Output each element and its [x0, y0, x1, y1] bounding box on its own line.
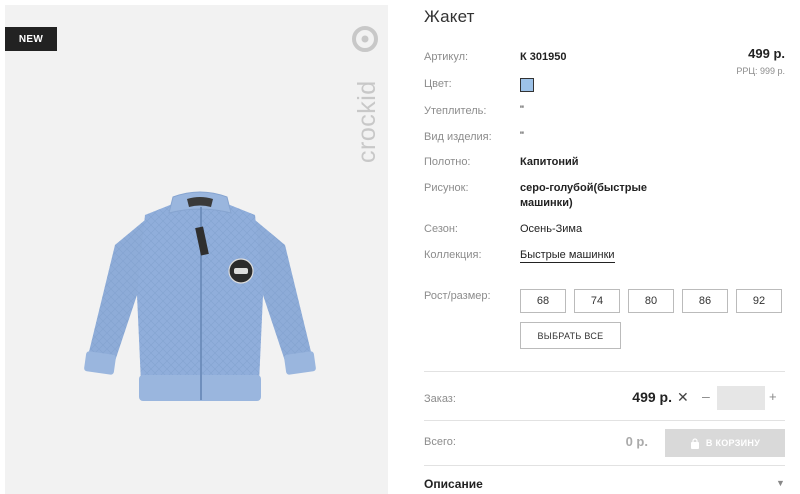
total-label: Всего:	[424, 436, 456, 448]
size-option-74[interactable]: 74	[574, 289, 620, 313]
order-label: Заказ:	[424, 393, 456, 405]
size-option-92[interactable]: 92	[736, 289, 782, 313]
print-label: Рисунок:	[424, 182, 469, 194]
size-label: Рост/размер:	[424, 290, 491, 302]
order-price: 499 р.	[632, 389, 672, 405]
size-option-80[interactable]: 80	[628, 289, 674, 313]
collection-link-text[interactable]: Быстрые машинки	[520, 249, 615, 263]
select-all-sizes-button[interactable]: ВЫБРАТЬ ВСЕ	[520, 322, 621, 349]
times-icon: ✕	[677, 389, 689, 405]
print-value-line2: машинки)	[520, 197, 573, 209]
svg-text:crockid: crockid	[353, 80, 381, 163]
season-label: Сезон:	[424, 223, 458, 235]
size-option-86[interactable]: 86	[682, 289, 728, 313]
product-title: Жакет	[424, 7, 475, 26]
color-swatch[interactable]	[520, 78, 534, 92]
add-to-cart-button[interactable]: В КОРЗИНУ	[665, 429, 785, 457]
product-image-panel[interactable]: NEW crockid	[5, 5, 388, 494]
quantity-input[interactable]	[717, 386, 765, 410]
print-value-line1: серо-голубой(быстрые	[520, 182, 648, 194]
add-to-cart-label: В КОРЗИНУ	[705, 438, 761, 448]
collection-label: Коллекция:	[424, 249, 482, 261]
description-toggle[interactable]: Описание	[424, 477, 483, 491]
divider	[424, 371, 785, 372]
insulation-label: Утеплитель:	[424, 105, 487, 117]
product-rrp: РРЦ: 999 р.	[736, 66, 785, 76]
divider	[424, 420, 785, 421]
article-label: Артикул:	[424, 51, 469, 63]
product-price: 499 р.	[748, 46, 785, 61]
decrease-quantity-button[interactable]: –	[702, 388, 710, 404]
season-value: Осень-Зима	[520, 223, 583, 235]
insulation-value: "	[520, 104, 524, 116]
fabric-label: Полотно:	[424, 156, 471, 168]
total-value: 0 р.	[625, 434, 648, 449]
jacket-photo	[84, 191, 316, 401]
color-label: Цвет:	[424, 78, 452, 90]
divider	[424, 465, 785, 466]
article-value: К 301950	[520, 51, 567, 63]
item-type-value: "	[520, 130, 524, 142]
new-badge: NEW	[5, 27, 57, 51]
brand-logo: crockid	[352, 26, 381, 163]
collection-link[interactable]: Быстрые машинки	[520, 249, 615, 263]
shopping-bag-icon	[690, 437, 699, 449]
item-type-label: Вид изделия:	[424, 131, 492, 143]
size-option-68[interactable]: 68	[520, 289, 566, 313]
fabric-value: Капитоний	[520, 156, 579, 168]
chevron-down-icon[interactable]: ▼	[776, 478, 785, 488]
increase-quantity-button[interactable]: +	[769, 389, 777, 404]
